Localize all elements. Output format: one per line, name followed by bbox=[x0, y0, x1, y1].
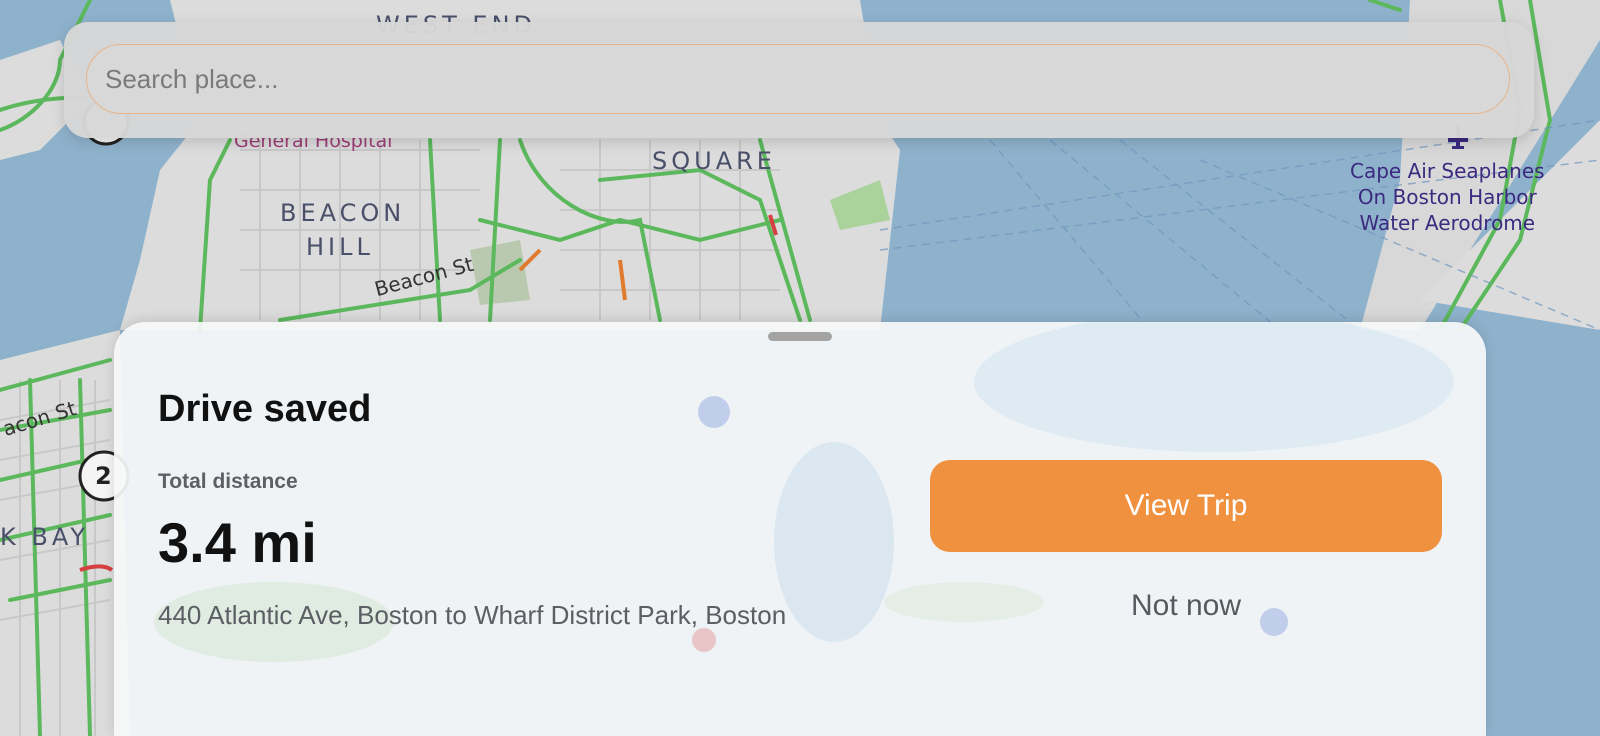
sheet-grabber[interactable] bbox=[768, 332, 832, 341]
map-label-seaplanes[interactable]: Cape Air Seaplanes On Boston Harbor Wate… bbox=[1350, 158, 1545, 236]
search-field[interactable] bbox=[86, 44, 1510, 114]
distance-value: 3.4 mi bbox=[158, 511, 317, 574]
map-label-square: SQUARE bbox=[652, 147, 776, 175]
map-label-hill: HILL bbox=[306, 233, 374, 261]
search-card bbox=[64, 22, 1534, 138]
view-trip-button[interactable]: View Trip bbox=[930, 460, 1442, 552]
map-label-beacon: BEACON bbox=[280, 199, 406, 227]
search-input[interactable] bbox=[87, 45, 1509, 113]
not-now-button[interactable]: Not now bbox=[930, 580, 1442, 632]
distance-label: Total distance bbox=[158, 470, 298, 493]
route-number: 2 bbox=[95, 462, 112, 490]
drive-saved-sheet: Drive saved Total distance 3.4 mi 440 At… bbox=[114, 322, 1486, 736]
route-summary: 440 Atlantic Ave, Boston to Wharf Distri… bbox=[158, 600, 787, 630]
map-label-back-bay: K BAY bbox=[0, 523, 90, 551]
sheet-title: Drive saved bbox=[158, 388, 372, 430]
poi-line-3: Water Aerodrome bbox=[1359, 211, 1536, 235]
poi-line-1: Cape Air Seaplanes bbox=[1350, 159, 1545, 183]
poi-line-2: On Boston Harbor bbox=[1357, 185, 1537, 209]
